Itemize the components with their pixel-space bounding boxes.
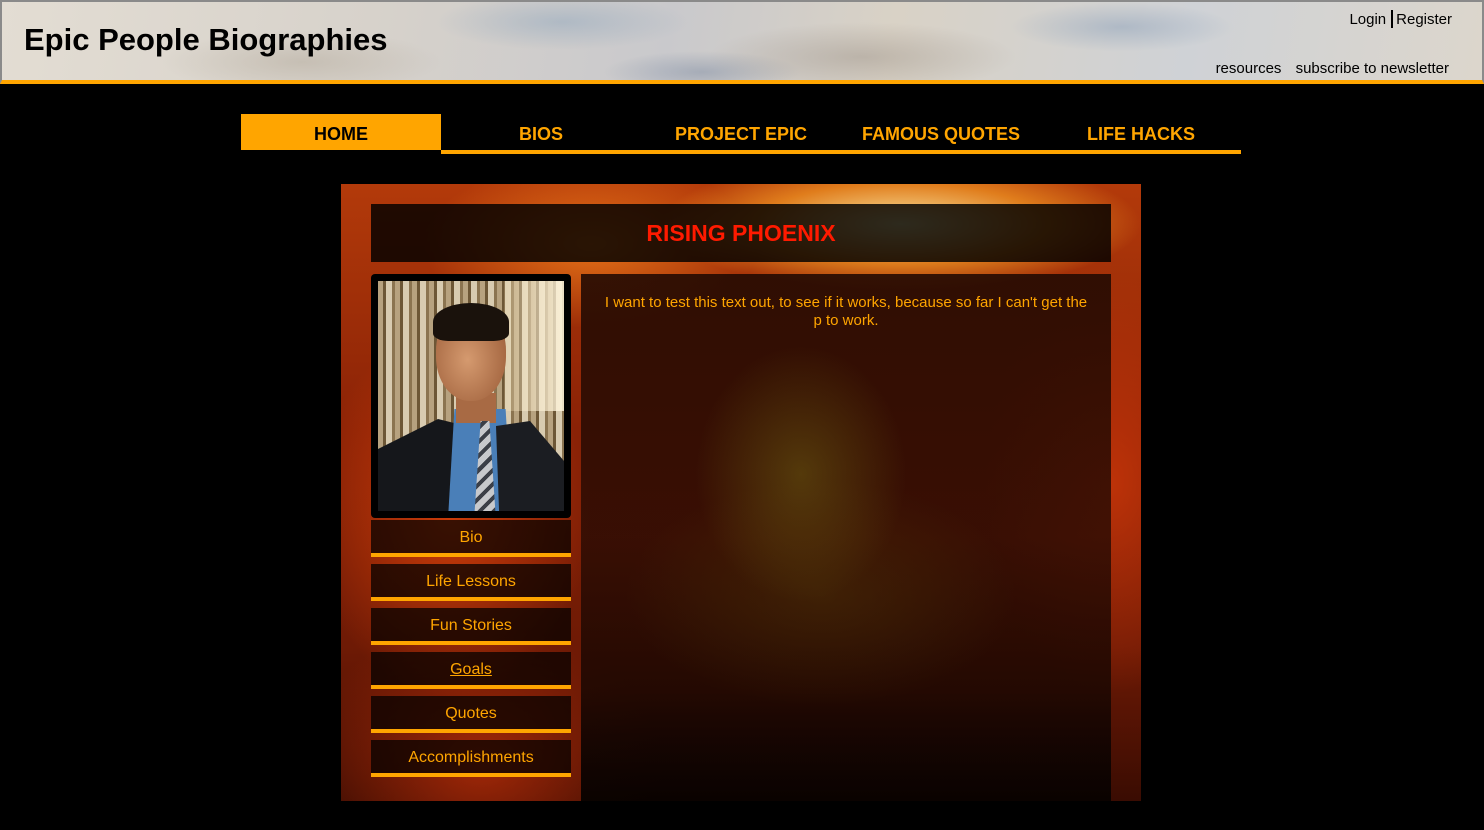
utility-links: resources subscribe to newsletter [1206,60,1449,77]
side-item-accomplishments[interactable]: Accomplishments [371,740,571,777]
side-item-fun-stories[interactable]: Fun Stories [371,608,571,645]
side-item-life-lessons[interactable]: Life Lessons [371,564,571,601]
profile-content: I want to test this text out, to see if … [581,274,1111,801]
content-paragraph: I want to test this text out, to see if … [604,294,1088,329]
site-title[interactable]: Epic People Biographies [24,22,387,58]
photo-wall-light [504,281,564,411]
register-link[interactable]: Register [1396,11,1452,28]
side-item-goals[interactable]: Goals [371,652,571,689]
nav-home[interactable]: HOME [241,114,441,150]
separator [1391,10,1394,28]
newsletter-link[interactable]: subscribe to newsletter [1296,60,1449,77]
nav-project-epic[interactable]: PROJECT EPIC [641,114,841,150]
photo-jacket-right [496,421,564,511]
photo-hair [433,303,509,341]
main-nav: HOME BIOS PROJECT EPIC FAMOUS QUOTES LIF… [241,114,1241,154]
resources-link[interactable]: resources [1216,60,1282,77]
side-item-bio[interactable]: Bio [371,520,571,557]
nav-famous-quotes[interactable]: FAMOUS QUOTES [841,114,1041,150]
profile-photo-frame [371,274,571,518]
content-silhouette [581,691,1111,801]
profile-panel: RISING PHOENIX Bio Life Lessons Fun Stor… [341,184,1141,801]
profile-side-menu: Bio Life Lessons Fun Stories Goals Quote… [371,518,571,777]
nav-underline [441,150,1241,154]
side-item-quotes[interactable]: Quotes [371,696,571,733]
profile-title: RISING PHOENIX [371,204,1111,262]
nav-bios[interactable]: BIOS [441,114,641,150]
nav-life-hacks[interactable]: LIFE HACKS [1041,114,1241,150]
profile-photo [378,281,564,511]
login-link[interactable]: Login [1349,11,1386,28]
account-links: Login Register [1349,10,1452,28]
site-header: Epic People Biographies Login Register r… [0,0,1484,84]
